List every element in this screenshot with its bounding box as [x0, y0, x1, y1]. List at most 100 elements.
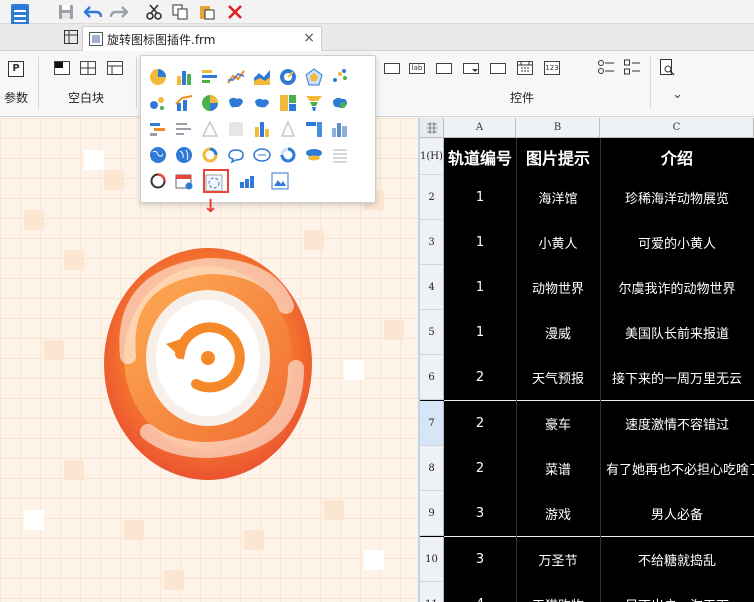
table-cell[interactable]: 速度激情不容错过	[600, 401, 754, 446]
image-map-icon[interactable]	[271, 172, 289, 190]
combo-control-button[interactable]	[490, 63, 506, 74]
checkbox-group-button[interactable]	[624, 59, 640, 77]
table-cell[interactable]: 2	[444, 446, 516, 491]
copy-button[interactable]	[169, 1, 191, 23]
table-cell[interactable]: 1	[444, 265, 516, 310]
data-grid[interactable]: A B C 1(H) 轨道编号 图片提示 介绍 2 1 海洋馆 珍稀海洋动物展览…	[420, 118, 754, 602]
parameter-button[interactable]: P	[8, 61, 24, 77]
donut-3d-chart-icon[interactable]	[201, 94, 219, 112]
bar-ranking-icon[interactable]	[239, 172, 257, 190]
row-header[interactable]: 6	[420, 355, 444, 400]
table-chart-icon[interactable]	[305, 120, 323, 138]
row-header[interactable]: 2	[420, 175, 444, 220]
paste-button[interactable]	[196, 1, 218, 23]
table-cell[interactable]: 万圣节	[516, 537, 600, 582]
gantt-chart-icon[interactable]	[149, 120, 167, 138]
earth-chart-icon[interactable]	[175, 146, 193, 164]
header-cell-intro[interactable]: 介绍	[600, 138, 754, 175]
text-control-button[interactable]	[384, 63, 400, 74]
cut-button[interactable]	[143, 1, 165, 23]
column-header-a[interactable]: A	[444, 118, 516, 138]
row-header[interactable]: 8	[420, 446, 444, 491]
number-control-button[interactable]: 123	[544, 61, 560, 75]
stacked-column-icon[interactable]	[253, 120, 271, 138]
label-control-button[interactable]: lab	[409, 63, 425, 74]
table-cell[interactable]: 有了她再也不必担心吃啥了	[600, 446, 754, 491]
date-control-button[interactable]	[517, 61, 533, 75]
map-chart-icon[interactable]	[227, 94, 245, 112]
save-button[interactable]	[55, 1, 77, 23]
table-cell[interactable]: 天气预报	[516, 355, 600, 400]
table-cell[interactable]: 1	[444, 220, 516, 265]
blank-block-split-button[interactable]	[80, 61, 96, 75]
word-cloud-icon[interactable]	[227, 146, 245, 164]
row-header[interactable]: 5	[420, 310, 444, 355]
row-header[interactable]: 4	[420, 265, 444, 310]
column-header-b[interactable]: B	[516, 118, 600, 138]
table-cell[interactable]: 游戏	[516, 491, 600, 536]
area-chart-icon[interactable]	[253, 68, 271, 86]
globe-chart-icon[interactable]	[149, 146, 167, 164]
blank-block-absolute-button[interactable]	[54, 61, 70, 75]
table-cell[interactable]: 小黄人	[516, 220, 600, 265]
bubble-chart-icon[interactable]	[149, 94, 167, 112]
frame-chart-icon[interactable]	[227, 120, 245, 138]
table-cell[interactable]: 天猫购物	[516, 582, 600, 602]
hierarchy-chart-icon[interactable]	[279, 120, 297, 138]
table-cell[interactable]: 漫威	[516, 310, 600, 355]
header-cell-track-no[interactable]: 轨道编号	[444, 138, 516, 175]
table-cell[interactable]: 1	[444, 175, 516, 220]
list-chart-icon[interactable]	[331, 146, 349, 164]
table-cell[interactable]: 4	[444, 582, 516, 602]
header-cell-image-tip[interactable]: 图片提示	[516, 138, 600, 175]
textarea-control-button[interactable]	[436, 63, 452, 74]
table-cell[interactable]: 2	[444, 401, 516, 446]
row-header[interactable]: 10	[420, 537, 444, 582]
table-cell[interactable]: 豪车	[516, 401, 600, 446]
treemap-chart-icon[interactable]	[279, 94, 297, 112]
circular-progress-icon[interactable]	[149, 172, 167, 190]
table-cell[interactable]: 海洋馆	[516, 175, 600, 220]
redo-button[interactable]	[108, 1, 130, 23]
column-chart-icon[interactable]	[175, 68, 193, 86]
gauge-chart-icon[interactable]	[279, 68, 297, 86]
ribbon-collapse-icon[interactable]: ⌄	[672, 87, 683, 102]
table-cell[interactable]: 接下来的一周万里无云	[600, 355, 754, 400]
bar-chart-icon[interactable]	[201, 68, 219, 86]
table-cell[interactable]: 珍稀海洋动物展览	[600, 175, 754, 220]
grid-view-button[interactable]	[60, 26, 82, 48]
table-cell[interactable]: 2	[444, 355, 516, 400]
table-cell[interactable]: 动物世界	[516, 265, 600, 310]
table-cell[interactable]: 男人必备	[600, 491, 754, 536]
progress-line-icon[interactable]	[175, 120, 193, 138]
row-header[interactable]: 11	[420, 582, 444, 602]
funnel-chart-icon[interactable]	[305, 94, 323, 112]
tab-document[interactable]: 旋转图标图插件.frm ×	[82, 26, 322, 51]
region-map-icon[interactable]	[253, 94, 271, 112]
table-cell[interactable]: 尔虞我诈的动物世界	[600, 265, 754, 310]
geo-map-chart-icon[interactable]	[331, 94, 349, 112]
combo-chart-icon[interactable]	[175, 94, 193, 112]
blank-block-tab-button[interactable]	[107, 61, 123, 75]
column-header-c[interactable]: C	[600, 118, 754, 138]
row-header-selected[interactable]: 7	[420, 401, 444, 446]
table-cell[interactable]: 菜谱	[516, 446, 600, 491]
radio-group-button[interactable]	[598, 59, 614, 77]
liquid-chart-icon[interactable]	[305, 146, 323, 164]
dashboard-chart-icon[interactable]	[253, 146, 271, 164]
table-cell[interactable]: 不给糖就捣乱	[600, 537, 754, 582]
triangle-chart-icon[interactable]	[201, 120, 219, 138]
city-chart-icon[interactable]	[331, 120, 349, 138]
pie-chart-icon[interactable]	[149, 68, 167, 86]
scatter-chart-icon[interactable]	[331, 68, 349, 86]
table-cell[interactable]: 美国队长前来报道	[600, 310, 754, 355]
search-control-button[interactable]	[660, 59, 676, 77]
grid-corner[interactable]	[420, 118, 444, 138]
table-cell[interactable]: 足不出户，淘天下	[600, 582, 754, 602]
radar-chart-icon[interactable]	[305, 68, 323, 86]
tab-close-button[interactable]: ×	[303, 30, 315, 46]
table-cell[interactable]: 3	[444, 491, 516, 536]
undo-button[interactable]	[82, 1, 104, 23]
table-cell[interactable]: 1	[444, 310, 516, 355]
row-header[interactable]: 1(H)	[420, 138, 444, 175]
